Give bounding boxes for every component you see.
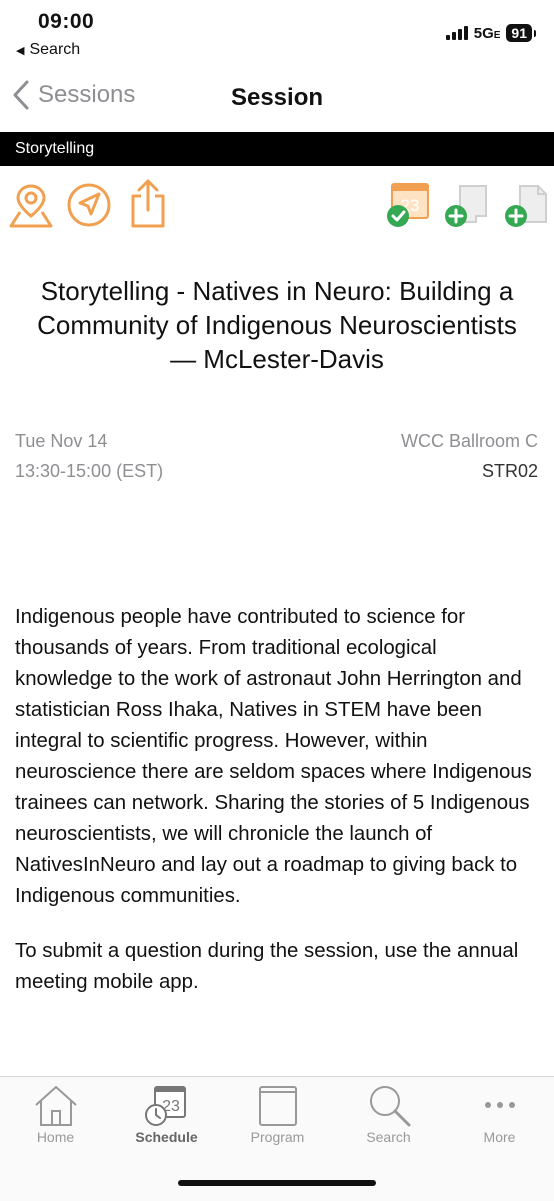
tab-search[interactable]: Search	[333, 1083, 444, 1145]
calendar-check-icon: 23	[387, 183, 429, 227]
signal-icon	[445, 26, 468, 40]
share-icon	[131, 179, 165, 228]
description-paragraph: To submit a question during the session,…	[15, 940, 519, 993]
status-indicators: 5GE 91	[445, 24, 536, 42]
add-to-calendar-button[interactable]: 23	[386, 180, 432, 233]
back-to-app[interactable]: ◀ Search	[16, 41, 80, 59]
add-document-button[interactable]	[502, 182, 550, 235]
session-actions: 23	[0, 178, 554, 238]
tab-schedule[interactable]: 23 Schedule	[111, 1083, 222, 1145]
session-title: Storytelling - Natives in Neuro: Buildin…	[37, 276, 517, 374]
navigation-bar: Sessions Session	[0, 66, 554, 132]
book-icon	[258, 1086, 297, 1126]
tab-label: Home	[36, 1129, 75, 1145]
tab-more[interactable]: More	[444, 1083, 554, 1145]
tab-label: Search	[366, 1129, 411, 1145]
network-type: 5GE	[473, 24, 501, 42]
directions-button[interactable]	[66, 182, 112, 233]
tab-program[interactable]: Program	[222, 1083, 333, 1145]
session-datetime: Tue Nov 14 13:30-15:00 (EST)	[15, 426, 163, 486]
document-add-icon	[505, 185, 547, 227]
add-note-button[interactable]	[442, 182, 490, 235]
back-to-app-label: Search	[29, 41, 81, 58]
session-date: Tue Nov 14	[15, 431, 108, 451]
share-button[interactable]	[128, 178, 168, 235]
tab-home[interactable]: Home	[0, 1083, 111, 1145]
tab-label: Schedule	[135, 1129, 198, 1145]
session-room[interactable]: WCC Ballroom C	[401, 426, 538, 456]
tab-label: Program	[250, 1129, 305, 1145]
ellipsis-icon	[484, 1102, 515, 1108]
session-time: 13:30-15:00 (EST)	[15, 461, 164, 481]
navigation-arrow-icon	[67, 183, 111, 227]
session-location: WCC Ballroom C STR02	[401, 426, 538, 486]
home-indicator[interactable]	[178, 1180, 376, 1186]
home-icon	[34, 1086, 77, 1126]
map-pin-icon	[9, 184, 53, 228]
track-label-bar: Storytelling	[0, 132, 554, 166]
session-description: Indigenous people have contributed to sc…	[15, 602, 536, 1022]
map-pin-button[interactable]	[8, 182, 54, 235]
page-title: Session	[230, 84, 324, 111]
calendar-clock-icon: 23	[144, 1086, 186, 1126]
battery-icon: 91	[506, 24, 536, 42]
description-paragraph: Indigenous people have contributed to sc…	[15, 606, 532, 907]
magnifier-icon	[369, 1086, 410, 1127]
note-add-icon	[445, 185, 487, 227]
session-code: STR02	[481, 461, 538, 481]
status-bar: 09:00 ◀ Search 5GE 91	[0, 0, 554, 66]
status-time: 09:00	[38, 10, 95, 33]
back-triangle-icon: ◀	[16, 44, 25, 57]
tab-label: More	[483, 1129, 516, 1145]
